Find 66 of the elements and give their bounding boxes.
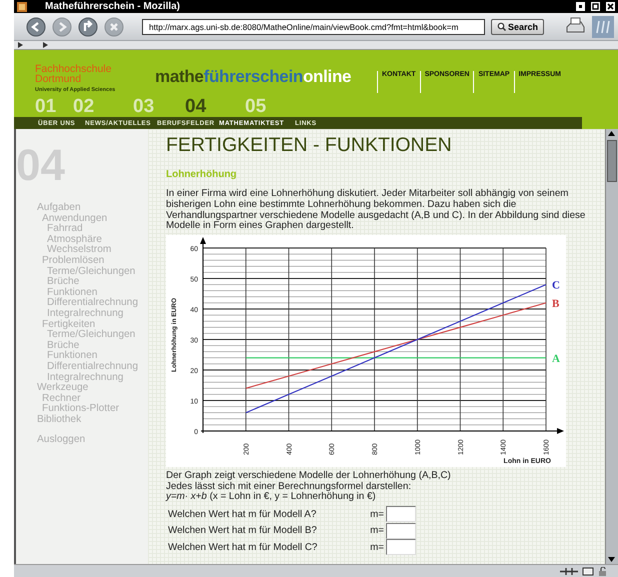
answer-field[interactable]: [386, 506, 416, 522]
reload-icon[interactable]: [78, 16, 98, 36]
sidebar-item[interactable]: Rechner: [42, 394, 148, 404]
sidebar-item[interactable]: Brüche: [47, 340, 148, 352]
sidebar-item[interactable]: Integralrechnung: [47, 308, 148, 320]
back-icon[interactable]: [26, 16, 46, 36]
section-number: 03: [133, 97, 156, 117]
sidebar-item[interactable]: Integralrechnung: [47, 372, 148, 384]
answer-prefix: m=: [369, 542, 385, 553]
url-field[interactable]: http://marx.ags.uni-sb.de:8080/MatheOnline/main/viewBook.cmd?fmt=html&book=m: [142, 18, 485, 34]
question-text: Welchen Wert hat m für Modell C?: [168, 542, 318, 553]
page-title: FERTIGKEITEN - FUNKTIONEN: [166, 134, 453, 156]
logo-icon: [592, 16, 614, 38]
connection-icon: [560, 566, 578, 576]
maximize-icon[interactable]: [591, 2, 600, 11]
sidebar-item[interactable]: Differentialrechnung: [47, 298, 148, 309]
app-icon: [17, 2, 27, 12]
sidebar-item[interactable]: Funktionen: [47, 351, 148, 362]
scrollbar[interactable]: [605, 129, 618, 564]
section-number: 04: [185, 97, 208, 117]
sidebar-item[interactable]: Differentialrechnung: [47, 362, 148, 372]
logout-link[interactable]: Ausloggen: [37, 435, 148, 446]
sidebar-item[interactable]: Problemlösen: [42, 256, 148, 267]
search-button[interactable]: Search: [490, 18, 544, 34]
sidebar-item[interactable]: Wechselstrom: [47, 245, 148, 256]
section-heading: Lohnerhöhung: [166, 169, 238, 180]
explanation-text: Der Graph zeigt verschiedene Modelle der Lohnerhöhung (A,B,C): [166, 471, 452, 482]
school-name: Fachhochschule: [35, 64, 112, 74]
intro-text: In einer Firma wird eine Lohnerhöhung diskutiert. Jeder Mitarbeiter soll abhängig von seinem bisherigen Lohn eine bestimmte Lohnerhöhung bekommen. Dazu haben sich die Verhandlungspartner verschiedene Modelle ausgedacht (A,B und C). In der Abbildung sind diese Modelle in Form eines Graphen dargestellt.: [166, 189, 586, 232]
series-label: A: [552, 352, 560, 365]
question-text: Welchen Wert hat m für Modell B?: [168, 525, 318, 536]
sidebar-item[interactable]: Fertigkeiten: [42, 320, 148, 330]
sidebar-item[interactable]: Fahrrad: [47, 224, 148, 235]
sidebar-item[interactable]: Terme/Gleichungen: [47, 330, 148, 341]
sidebar-item[interactable]: Terme/Gleichungen: [47, 266, 148, 278]
sidebar-item[interactable]: Brüche: [47, 277, 148, 288]
expand-icon[interactable]: [18, 42, 23, 48]
school-name: Dortmund: [35, 74, 82, 84]
minimize-icon[interactable]: [576, 2, 585, 11]
question-text: Welchen Wert hat m für Modell A?: [168, 508, 318, 520]
series-label: C: [552, 280, 560, 292]
sidebar-item[interactable]: Atmosphäre: [47, 234, 148, 246]
sidebar-item[interactable]: Aufgaben: [37, 203, 148, 214]
explanation-text: y=m· x+b (x = Lohn in €, y = Lohnerhöhung in €): [166, 492, 377, 503]
section-number: 02: [73, 97, 96, 117]
series-label: B: [552, 298, 560, 310]
sidebar-item[interactable]: Bibliothek: [37, 414, 148, 426]
site-logo: matheführerscheinonline: [155, 66, 352, 88]
expand-icon[interactable]: [43, 42, 48, 48]
close-icon[interactable]: [606, 2, 615, 11]
answer-field[interactable]: [386, 522, 416, 539]
window-title: Matheführerschein - Mozilla): [44, 1, 182, 12]
answer-prefix: m=: [369, 508, 385, 520]
sidebar-item[interactable]: Anwendungen: [42, 214, 148, 224]
section-number: 01: [35, 97, 58, 117]
lock-icon: [598, 566, 608, 576]
sidebar-item[interactable]: Funktions-Plotter: [42, 404, 148, 415]
sidebar-item[interactable]: Werkzeuge: [37, 383, 148, 394]
search-icon: [496, 22, 506, 31]
scroll-thumb[interactable]: [607, 140, 617, 182]
answer-field[interactable]: [386, 539, 416, 556]
section-number: 05: [245, 97, 268, 117]
sidebar-item[interactable]: Funktionen: [47, 288, 148, 298]
answer-prefix: m=: [369, 525, 385, 536]
explanation-text: Jedes lässt sich mit einer Berechnungsformel darstellen:: [166, 482, 412, 492]
card-icon: [582, 566, 594, 576]
